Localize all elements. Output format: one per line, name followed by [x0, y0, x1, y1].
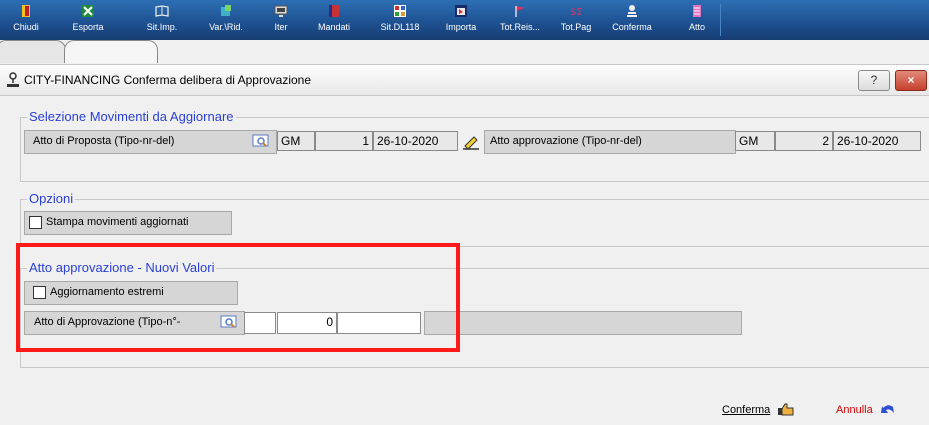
stampa-label: Stampa movimenti aggiornati — [46, 216, 189, 228]
pencil-icon[interactable] — [462, 134, 480, 150]
book-icon — [155, 5, 169, 17]
conferma-button[interactable]: Conferma — [722, 402, 795, 416]
undo-arrow-icon — [880, 405, 894, 413]
edit-variation-icon — [221, 5, 231, 16]
lookup-icon[interactable] — [252, 134, 270, 148]
grid-report-icon — [394, 5, 406, 17]
thumbs-up-icon — [778, 403, 794, 416]
binder-icon — [329, 5, 339, 17]
tot-pag-button[interactable]: $Σ Tot.Pag — [556, 2, 596, 38]
importa-button[interactable]: Importa — [440, 2, 482, 38]
tab-strip — [0, 40, 929, 63]
approvazione-label: Atto approvazione (Tipo-nr-del) — [490, 135, 642, 147]
stampa-checkbox[interactable] — [29, 216, 42, 229]
iter-button[interactable]: Iter — [268, 2, 294, 38]
document-icon — [693, 5, 701, 17]
toolbar-separator — [720, 4, 721, 36]
chiudi-button[interactable]: Chiudi — [6, 2, 46, 38]
conferma-toolbar-button[interactable]: Conferma — [606, 2, 658, 38]
import-icon — [455, 5, 467, 17]
sum-icon: $Σ — [570, 7, 583, 18]
sit-imp-button[interactable]: Sit.Imp. — [138, 2, 186, 38]
proposta-del-field[interactable]: 26-10-2020 — [373, 131, 458, 151]
esporta-button[interactable]: Esporta — [66, 2, 110, 38]
user-stamp-icon — [627, 5, 637, 17]
approvazione-nr-field[interactable]: 2 — [775, 131, 833, 151]
atto-button[interactable]: Atto — [682, 2, 712, 38]
group-title-opzioni: Opzioni — [27, 191, 76, 206]
atto-description-field — [424, 311, 742, 335]
var-rid-button[interactable]: Var.\Rid. — [200, 2, 252, 38]
proposta-nr-field[interactable]: 1 — [315, 131, 373, 151]
excel-export-icon — [82, 5, 94, 17]
help-button[interactable]: ? — [858, 70, 890, 91]
exit-door-icon — [22, 5, 30, 17]
annulla-label: Annulla — [836, 404, 873, 416]
sit-dl118-button[interactable]: Sit.DL118 — [374, 2, 426, 38]
close-button[interactable]: × — [895, 70, 927, 91]
tab-lista[interactable] — [0, 40, 66, 63]
user-stamp-icon — [7, 72, 19, 87]
group-title-selezione: Selezione Movimenti da Aggiornare — [27, 109, 236, 124]
dialog-title-bar: CITY-FINANCING Conferma delibera di Appr… — [0, 64, 929, 96]
conferma-label: Conferma — [722, 404, 771, 416]
approvazione-tipo-field[interactable]: GM — [735, 131, 775, 151]
svg-text:$Σ: $Σ — [570, 7, 583, 18]
main-toolbar: Chiudi Esporta Sit.Imp. Var.\Rid. Iter M… — [0, 0, 929, 41]
monitor-icon — [274, 5, 288, 17]
tab-selezione[interactable] — [64, 40, 158, 63]
mandati-button[interactable]: Mandati — [312, 2, 356, 38]
annulla-button[interactable]: Annulla — [836, 402, 896, 416]
approvazione-del-field[interactable]: 26-10-2020 — [833, 131, 921, 151]
flag-icon — [515, 6, 525, 17]
dialog-title: CITY-FINANCING Conferma delibera di Appr… — [24, 73, 312, 87]
tot-reis-button[interactable]: Tot.Reis... — [496, 2, 544, 38]
proposta-label: Atto di Proposta (Tipo-nr-del) — [33, 135, 175, 147]
highlight-frame — [16, 243, 460, 352]
proposta-tipo-field[interactable]: GM — [277, 131, 315, 151]
